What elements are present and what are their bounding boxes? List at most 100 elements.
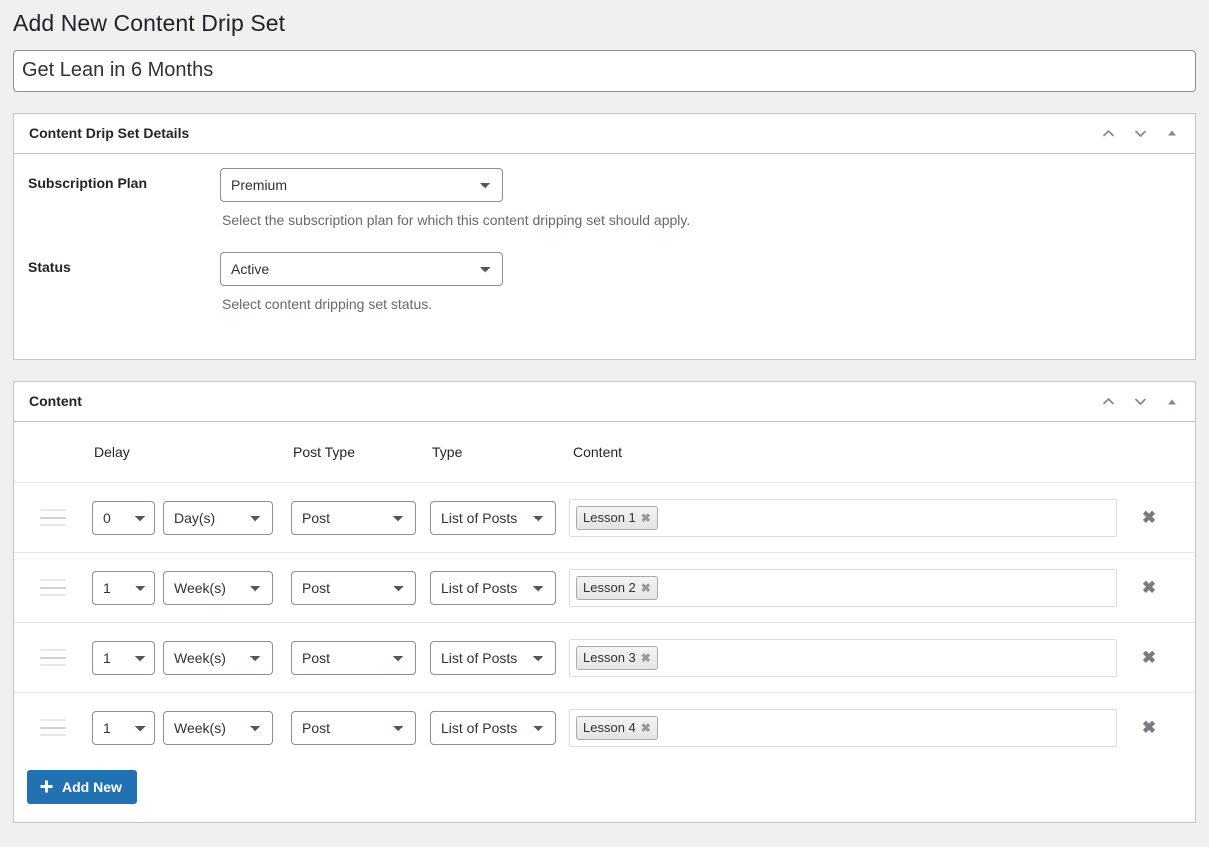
row-delay-cell: 1 Week(s) — [92, 710, 291, 745]
row-post-type-cell: Post — [291, 640, 430, 675]
status-cell: Active Select content dripping set statu… — [210, 238, 1195, 323]
delay-unit-select[interactable]: Week(s) — [163, 710, 273, 745]
status-row: Status Active Select content dripping se… — [14, 238, 1195, 323]
row-content-cell: Lesson 3 ✖ — [569, 638, 1118, 677]
row-delay-cell: 1 Week(s) — [92, 640, 291, 675]
triangle-up-icon — [1165, 395, 1179, 409]
table-row: 0 Day(s) Post List of Posts Lesson 1 ✖ ✖ — [14, 482, 1195, 552]
move-up-button[interactable] — [1093, 387, 1123, 417]
details-form-table: Subscription Plan Premium Select the sub… — [14, 154, 1195, 323]
row-content-cell: Lesson 2 ✖ — [569, 568, 1118, 607]
content-token-label: Lesson 3 — [583, 649, 636, 665]
repeater-column-headers: Delay Post Type Type Content — [14, 422, 1195, 482]
table-row: 1 Week(s) Post List of Posts Less — [14, 692, 1195, 762]
plus-icon — [39, 779, 54, 796]
content-panel-actions — [1093, 387, 1187, 417]
chevron-up-icon — [1100, 393, 1117, 410]
token-remove-icon[interactable]: ✖ — [641, 722, 651, 734]
details-panel-body: Subscription Plan Premium Select the sub… — [14, 154, 1195, 359]
column-header-content: Content — [573, 444, 623, 461]
remove-row-button[interactable]: ✖ — [1142, 579, 1156, 596]
content-tokens-input[interactable]: Lesson 1 ✖ — [569, 498, 1117, 537]
post-type-select[interactable]: Post — [291, 710, 416, 745]
drag-handle-icon[interactable] — [40, 649, 66, 667]
delay-unit-select[interactable]: Week(s) — [163, 640, 273, 675]
remove-row-button[interactable]: ✖ — [1142, 719, 1156, 736]
delay-number-select[interactable]: 1 — [92, 710, 155, 745]
status-label: Status — [28, 259, 71, 276]
content-token-label: Lesson 4 — [583, 719, 636, 735]
details-panel-title: Content Drip Set Details — [29, 124, 190, 141]
add-new-label: Add New — [62, 779, 122, 796]
token-remove-icon[interactable]: ✖ — [641, 512, 651, 524]
subscription-plan-label: Subscription Plan — [28, 174, 148, 191]
row-remove-cell: ✖ — [1118, 509, 1180, 526]
row-content-cell: Lesson 1 ✖ — [569, 498, 1118, 537]
move-down-button[interactable] — [1125, 118, 1155, 148]
type-select[interactable]: List of Posts — [430, 570, 556, 605]
post-type-select[interactable]: Post — [291, 570, 416, 605]
details-bottom-spacer — [14, 323, 1195, 359]
toggle-panel-button[interactable] — [1157, 387, 1187, 417]
row-drag-handle-cell — [14, 719, 92, 737]
toggle-panel-button[interactable] — [1157, 118, 1187, 148]
status-select[interactable]: Active — [220, 252, 503, 287]
add-new-wrapper: Add New — [14, 762, 1195, 822]
delay-number-select[interactable]: 0 — [92, 500, 155, 535]
subscription-plan-description: Select the subscription plan for which t… — [222, 211, 691, 228]
delay-unit-select[interactable]: Week(s) — [163, 570, 273, 605]
type-select[interactable]: List of Posts — [430, 640, 556, 675]
post-type-select[interactable]: Post — [291, 640, 416, 675]
drag-handle-icon[interactable] — [40, 579, 66, 597]
move-up-button[interactable] — [1093, 118, 1123, 148]
content-panel-title: Content — [29, 392, 82, 409]
token-remove-icon[interactable]: ✖ — [641, 582, 651, 594]
delay-unit-select[interactable]: Day(s) — [163, 500, 273, 535]
delay-number-select[interactable]: 1 — [92, 570, 155, 605]
chevron-down-icon — [1132, 393, 1149, 410]
token-remove-icon[interactable]: ✖ — [641, 652, 651, 664]
row-type-cell: List of Posts — [430, 640, 569, 675]
details-panel-header: Content Drip Set Details — [14, 114, 1195, 154]
status-description: Select content dripping set status. — [222, 296, 433, 313]
type-select[interactable]: List of Posts — [430, 710, 556, 745]
row-post-type-cell: Post — [291, 710, 430, 745]
column-header-delay: Delay — [94, 444, 130, 461]
content-tokens-input[interactable]: Lesson 3 ✖ — [569, 638, 1117, 677]
row-drag-handle-cell — [14, 649, 92, 667]
row-post-type-cell: Post — [291, 500, 430, 535]
drag-handle-icon[interactable] — [40, 509, 66, 527]
remove-row-button[interactable]: ✖ — [1142, 649, 1156, 666]
drip-set-title-input[interactable] — [13, 49, 1196, 92]
row-type-cell: List of Posts — [430, 500, 569, 535]
content-token-label: Lesson 1 — [583, 509, 636, 525]
content-tokens-input[interactable]: Lesson 2 ✖ — [569, 568, 1117, 607]
content-panel: Content Delay Post Type Type Content 0 D… — [13, 381, 1196, 824]
type-select[interactable]: List of Posts — [430, 500, 556, 535]
triangle-up-icon — [1165, 126, 1179, 140]
subscription-plan-select[interactable]: Premium — [220, 167, 503, 202]
row-delay-cell: 1 Week(s) — [92, 570, 291, 605]
add-new-button[interactable]: Add New — [27, 770, 137, 805]
row-remove-cell: ✖ — [1118, 579, 1180, 596]
content-tokens-input[interactable]: Lesson 4 ✖ — [569, 708, 1117, 747]
column-header-type: Type — [432, 444, 463, 461]
row-type-cell: List of Posts — [430, 570, 569, 605]
content-token[interactable]: Lesson 4 ✖ — [576, 715, 658, 740]
remove-row-button[interactable]: ✖ — [1142, 509, 1156, 526]
content-repeater: Delay Post Type Type Content 0 Day(s) Po — [14, 422, 1195, 822]
title-input-wrapper — [13, 49, 1196, 92]
details-panel-actions — [1093, 118, 1187, 148]
chevron-up-icon — [1100, 125, 1117, 142]
drag-handle-icon[interactable] — [40, 719, 66, 737]
content-token[interactable]: Lesson 1 ✖ — [576, 505, 658, 530]
post-type-select[interactable]: Post — [291, 500, 416, 535]
move-down-button[interactable] — [1125, 387, 1155, 417]
subscription-plan-cell: Premium Select the subscription plan for… — [210, 154, 1195, 239]
row-post-type-cell: Post — [291, 570, 430, 605]
content-token[interactable]: Lesson 3 ✖ — [576, 645, 658, 670]
row-delay-cell: 0 Day(s) — [92, 500, 291, 535]
chevron-down-icon — [1132, 125, 1149, 142]
delay-number-select[interactable]: 1 — [92, 640, 155, 675]
content-token[interactable]: Lesson 2 ✖ — [576, 575, 658, 600]
